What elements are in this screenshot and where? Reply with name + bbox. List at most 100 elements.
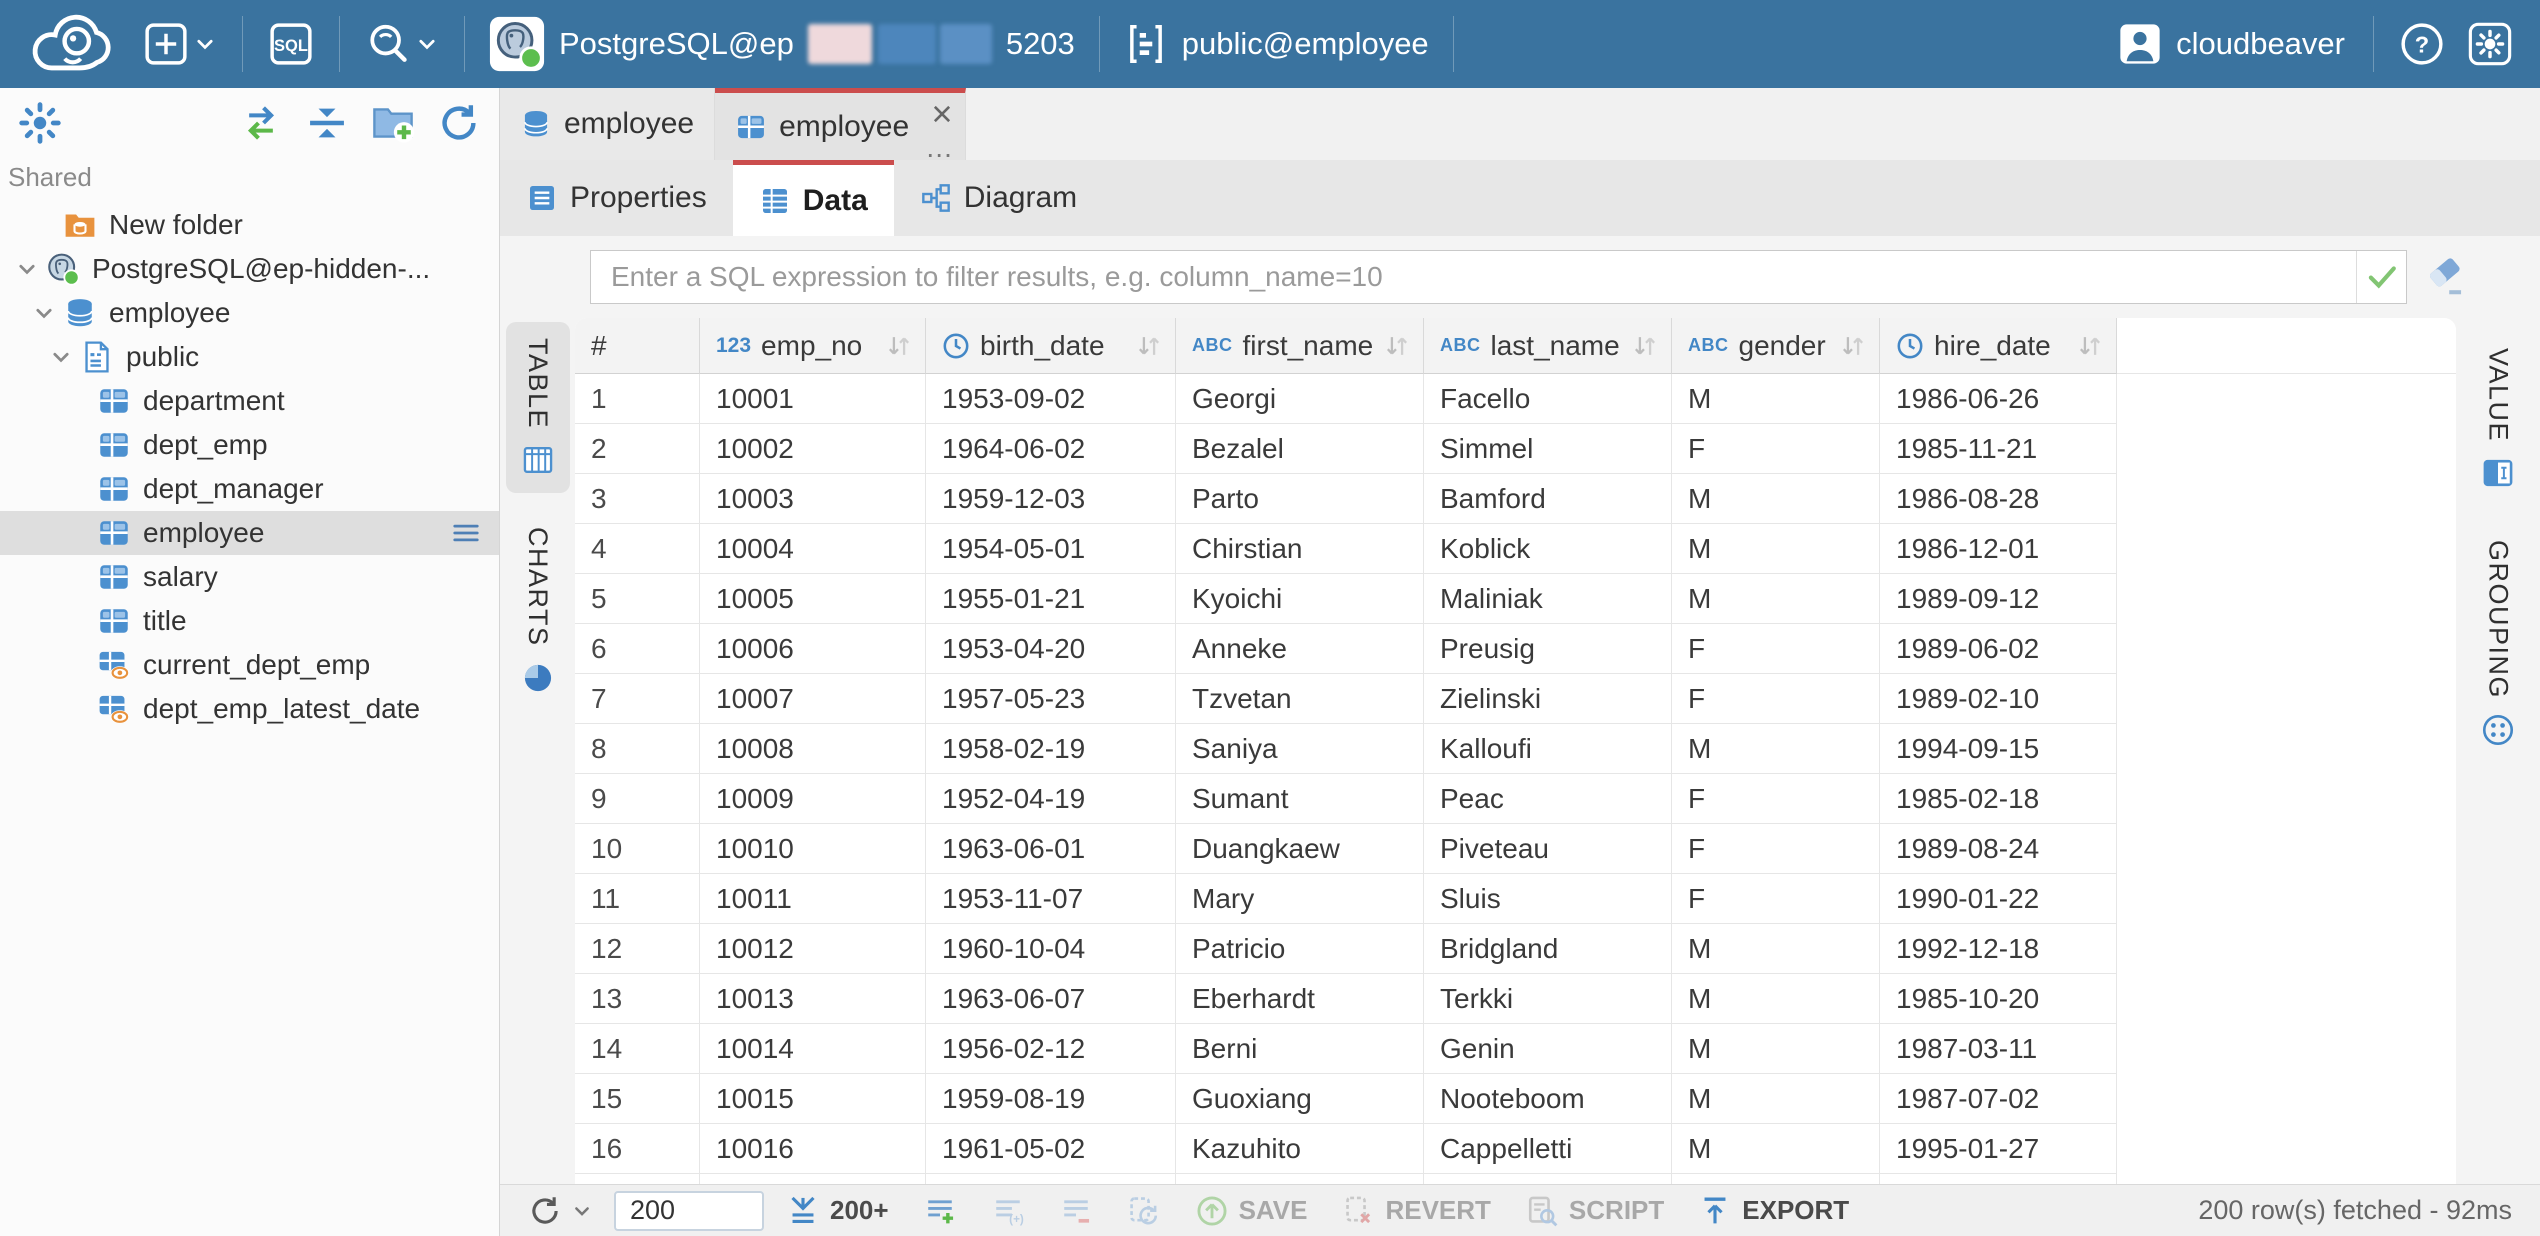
- cell-hire_date[interactable]: 1985-02-18: [1880, 774, 2117, 824]
- table-row[interactable]: 16100161961-05-02KazuhitoCappellettiM199…: [575, 1124, 2456, 1174]
- panel-grouping-tab[interactable]: GROUPING: [2466, 524, 2530, 763]
- cell-emp_no[interactable]: 10001: [700, 374, 926, 424]
- table-row[interactable]: 6100061953-04-20AnnekePreusigF1989-06-02: [575, 624, 2456, 674]
- cell-last_name[interactable]: Peac: [1424, 774, 1672, 824]
- column-header-gender[interactable]: ABCgender: [1672, 318, 1880, 374]
- table-row[interactable]: 13100131963-06-07EberhardtTerkkiM1985-10…: [575, 974, 2456, 1024]
- cell-first_name[interactable]: Kyoichi: [1176, 574, 1424, 624]
- connection-search-button[interactable]: [354, 0, 450, 88]
- panel-value-tab[interactable]: VALUE: [2466, 332, 2530, 506]
- tree-item-salary[interactable]: salary: [0, 555, 499, 599]
- table-row[interactable]: 12100121960-10-04PatricioBridglandM1992-…: [575, 924, 2456, 974]
- cell-gender[interactable]: M: [1672, 1074, 1880, 1124]
- cell-gender[interactable]: M: [1672, 524, 1880, 574]
- cell-gender[interactable]: M: [1672, 374, 1880, 424]
- save-button[interactable]: SAVE: [1183, 1185, 1320, 1236]
- cell-rownum[interactable]: 1: [575, 374, 700, 424]
- cell-first_name[interactable]: Guoxiang: [1176, 1074, 1424, 1124]
- user-menu[interactable]: cloudbeaver: [2104, 22, 2359, 66]
- tab-more-icon[interactable]: …: [925, 138, 953, 158]
- cell-rownum[interactable]: 4: [575, 524, 700, 574]
- clear-filter-eraser-icon[interactable]: [2423, 255, 2467, 299]
- cell-gender[interactable]: F: [1672, 424, 1880, 474]
- table-row[interactable]: 4100041954-05-01ChirstianKoblickM1986-12…: [575, 524, 2456, 574]
- cell-gender[interactable]: M: [1672, 1024, 1880, 1074]
- delete-row-button[interactable]: [1047, 1185, 1105, 1236]
- cell-hire_date[interactable]: 1989-02-10: [1880, 674, 2117, 724]
- cell-birth_date[interactable]: 1963-06-01: [926, 824, 1176, 874]
- cell-birth_date[interactable]: 1957-05-23: [926, 674, 1176, 724]
- add-row-button[interactable]: [911, 1185, 969, 1236]
- cell-first_name[interactable]: Chirstian: [1176, 524, 1424, 574]
- cell-hire_date[interactable]: 1990-01-22: [1880, 874, 2117, 924]
- presentation-charts-tab[interactable]: CHARTS: [506, 511, 570, 711]
- tree-item-department[interactable]: department: [0, 379, 499, 423]
- tree-item-postgresql-ep-hidden-[interactable]: PostgreSQL@ep-hidden-...: [0, 247, 499, 291]
- tree-item-employee[interactable]: employee: [0, 291, 499, 335]
- cell-hire_date[interactable]: 1987-07-02: [1880, 1074, 2117, 1124]
- cell-birth_date[interactable]: 1953-09-02: [926, 374, 1176, 424]
- cell-gender[interactable]: M: [1672, 474, 1880, 524]
- cell-hire_date[interactable]: 1992-12-18: [1880, 924, 2117, 974]
- tree-item-dept-emp[interactable]: dept_emp: [0, 423, 499, 467]
- chevron-down-icon[interactable]: [46, 346, 76, 368]
- cell-first_name[interactable]: Kazuhito: [1176, 1124, 1424, 1174]
- refresh-result-button[interactable]: [528, 1185, 604, 1236]
- cell-last_name[interactable]: Bamford: [1424, 474, 1672, 524]
- editor-tab-employee-active[interactable]: employee…: [715, 88, 966, 160]
- tree-item-new-folder[interactable]: New folder: [0, 203, 499, 247]
- cell-first_name[interactable]: Patricio: [1176, 924, 1424, 974]
- cell-last_name[interactable]: Sluis: [1424, 874, 1672, 924]
- cell-birth_date[interactable]: 1956-02-12: [926, 1024, 1176, 1074]
- tree-item-dept-manager[interactable]: dept_manager: [0, 467, 499, 511]
- table-row[interactable]: 3100031959-12-03PartoBamfordM1986-08-28: [575, 474, 2456, 524]
- table-row[interactable]: 7100071957-05-23TzvetanZielinskiF1989-02…: [575, 674, 2456, 724]
- sidebar-settings-gear-icon[interactable]: [18, 101, 62, 145]
- close-icon[interactable]: [929, 101, 955, 127]
- new-connection-button[interactable]: [132, 0, 228, 88]
- cell-hire_date[interactable]: 1995-01-27: [1880, 1124, 2117, 1174]
- apply-filter-button[interactable]: [2356, 251, 2406, 303]
- cell-birth_date[interactable]: 1952-04-19: [926, 774, 1176, 824]
- cell-hire_date[interactable]: 1985-10-20: [1880, 974, 2117, 1024]
- cell-rownum[interactable]: 13: [575, 974, 700, 1024]
- cell-emp_no[interactable]: 10013: [700, 974, 926, 1024]
- cell-hire_date[interactable]: 1989-09-12: [1880, 574, 2117, 624]
- cell-gender[interactable]: M: [1672, 1124, 1880, 1174]
- cell-birth_date[interactable]: 1964-06-02: [926, 424, 1176, 474]
- cell-hire_date[interactable]: 1986-06-26: [1880, 374, 2117, 424]
- auto-refresh-button[interactable]: [1115, 1185, 1173, 1236]
- cell-hire_date[interactable]: 1989-08-24: [1880, 824, 2117, 874]
- table-row-partial[interactable]: [575, 1174, 2456, 1184]
- cell-rownum[interactable]: 14: [575, 1024, 700, 1074]
- sort-icon[interactable]: [1631, 332, 1659, 360]
- tree-item-current-dept-emp[interactable]: current_dept_emp: [0, 643, 499, 687]
- cell-last_name[interactable]: Bridgland: [1424, 924, 1672, 974]
- cell-last_name[interactable]: Nooteboom: [1424, 1074, 1672, 1124]
- cell-first_name[interactable]: Sumant: [1176, 774, 1424, 824]
- cell-first_name[interactable]: Tzvetan: [1176, 674, 1424, 724]
- link-with-editor-icon[interactable]: [239, 101, 283, 145]
- cell-emp_no[interactable]: 10003: [700, 474, 926, 524]
- cell-gender[interactable]: F: [1672, 774, 1880, 824]
- sort-icon[interactable]: [885, 332, 913, 360]
- revert-button[interactable]: REVERT: [1329, 1185, 1502, 1236]
- cell-hire_date[interactable]: 1986-12-01: [1880, 524, 2117, 574]
- cell-rownum[interactable]: 11: [575, 874, 700, 924]
- fetch-more-rows-button[interactable]: 200+: [774, 1185, 901, 1236]
- cell-gender[interactable]: [1672, 1174, 1880, 1184]
- cell-birth_date[interactable]: 1958-02-19: [926, 724, 1176, 774]
- cell-birth_date[interactable]: 1959-08-19: [926, 1074, 1176, 1124]
- cell-rownum[interactable]: 10: [575, 824, 700, 874]
- cell-rownum[interactable]: 8: [575, 724, 700, 774]
- cell-rownum[interactable]: [575, 1174, 700, 1184]
- tab-data[interactable]: Data: [733, 160, 894, 236]
- sort-icon[interactable]: [2076, 332, 2104, 360]
- column-header-rownum[interactable]: #: [575, 318, 700, 374]
- cell-gender[interactable]: M: [1672, 924, 1880, 974]
- cell-first_name[interactable]: Anneke: [1176, 624, 1424, 674]
- sql-editor-button[interactable]: SQL: [257, 0, 325, 88]
- cell-emp_no[interactable]: 10005: [700, 574, 926, 624]
- cell-first_name[interactable]: Saniya: [1176, 724, 1424, 774]
- cell-last_name[interactable]: Facello: [1424, 374, 1672, 424]
